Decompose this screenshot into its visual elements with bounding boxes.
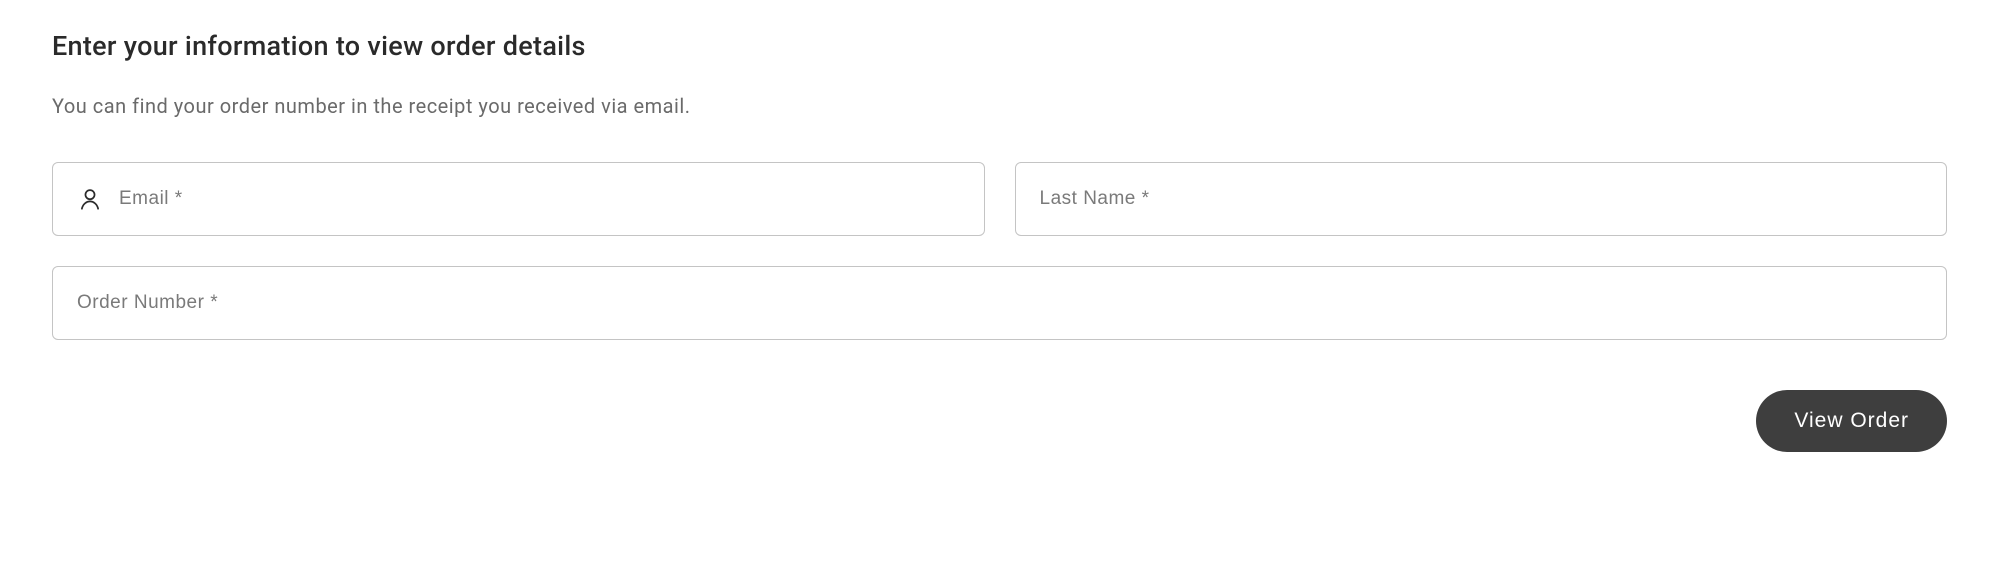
email-input-wrapper[interactable]: [52, 162, 985, 236]
page-subtitle: You can find your order number in the re…: [52, 94, 1947, 118]
person-icon: [77, 186, 103, 212]
form-row-bottom: [52, 266, 1947, 340]
view-order-button[interactable]: View Order: [1756, 390, 1947, 452]
page-title: Enter your information to view order det…: [52, 30, 1947, 62]
order-number-input-wrapper[interactable]: [52, 266, 1947, 340]
last-name-input-wrapper[interactable]: [1015, 162, 1948, 236]
button-row: View Order: [52, 390, 1947, 452]
last-name-field[interactable]: [1040, 163, 1923, 235]
email-field[interactable]: [119, 163, 960, 235]
form-row-top: [52, 162, 1947, 236]
order-number-field[interactable]: [77, 267, 1922, 339]
